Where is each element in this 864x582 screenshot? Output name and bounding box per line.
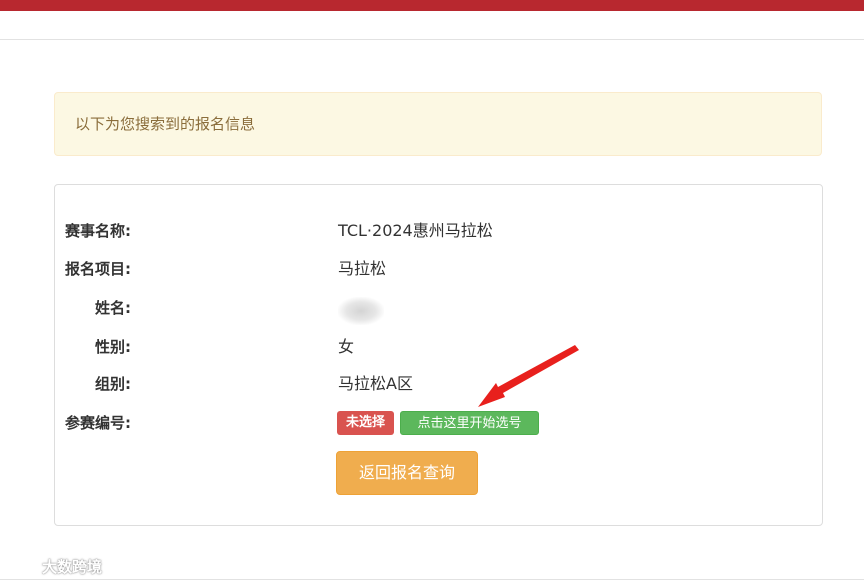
event-name-value: TCL·2024惠州马拉松 <box>338 221 493 240</box>
choose-bib-button[interactable]: 点击这里开始选号 <box>400 411 539 435</box>
redacted-name-value <box>338 297 384 325</box>
watermark-logo-icon <box>8 558 38 574</box>
group-label: 组别: <box>95 375 131 393</box>
header-divider <box>0 39 864 40</box>
bib-number-label: 参赛编号: <box>65 414 131 432</box>
row-bib-number: 参赛编号: 未选择 点击这里开始选号 <box>55 411 655 435</box>
group-value: 马拉松A区 <box>338 374 413 393</box>
bottom-divider <box>0 579 864 580</box>
back-to-search-button[interactable]: 返回报名查询 <box>336 451 478 495</box>
row-event-name: 赛事名称: TCL·2024惠州马拉松 <box>55 219 655 243</box>
registration-info-panel: 赛事名称: TCL·2024惠州马拉松 报名项目: 马拉松 姓名: 性别: 女 … <box>54 184 823 526</box>
search-result-alert: 以下为您搜索到的报名信息 <box>54 92 822 156</box>
name-label: 姓名: <box>95 299 131 317</box>
watermark-text: 大数跨境 <box>42 557 103 576</box>
row-group: 组别: 马拉松A区 <box>55 372 655 396</box>
row-gender: 性别: 女 <box>55 335 655 359</box>
registration-item-value: 马拉松 <box>338 259 387 278</box>
top-header-bar <box>0 0 864 11</box>
watermark: 大数跨境 <box>8 555 102 577</box>
row-registration-item: 报名项目: 马拉松 <box>55 257 655 281</box>
event-name-label: 赛事名称: <box>65 222 131 240</box>
alert-text: 以下为您搜索到的报名信息 <box>75 115 256 133</box>
registration-item-label: 报名项目: <box>65 260 131 278</box>
row-name: 姓名: <box>55 296 655 325</box>
gender-label: 性别: <box>95 338 131 356</box>
bib-status-badge: 未选择 <box>337 411 394 435</box>
gender-value: 女 <box>338 337 355 356</box>
